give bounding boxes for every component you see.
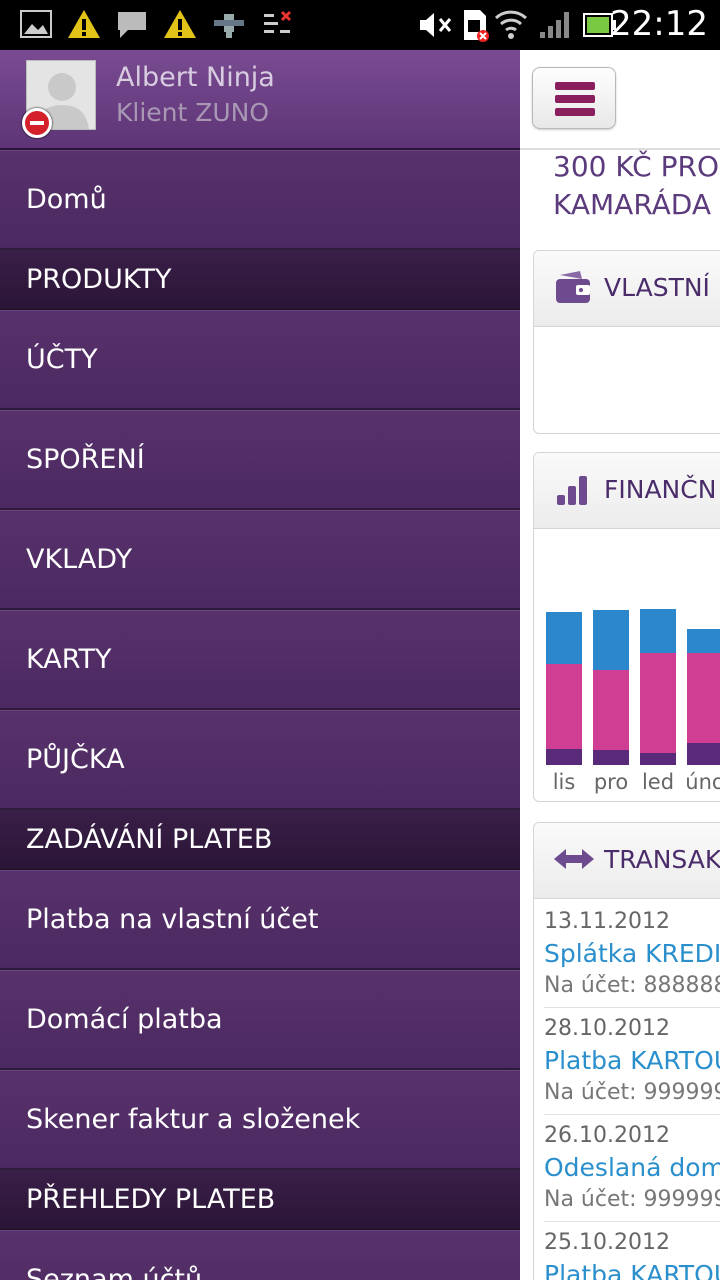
own-accounts-panel[interactable]: VLASTNÍ I [533,250,720,434]
row-divider [544,1221,720,1222]
navigation-drawer: Albert Ninja Klient ZUNO Domů PRODUKTY Ú… [0,50,520,1280]
transfer-arrows-icon [554,849,594,869]
section-header-payments: ZADÁVÁNÍ PLATEB [0,810,520,870]
bar-segment-úno-2 [687,629,720,653]
bar-chart-icon [557,476,587,505]
transaction-account: Na účet: 9999999 [544,1080,720,1105]
panel-header: FINANČN [534,453,720,529]
bar-segment-úno-1 [687,653,720,743]
mute-icon [420,13,452,37]
menu-item-domestic-payment[interactable]: Domácí platba [0,970,520,1070]
bar-segment-pro-0 [593,750,629,765]
warning-icon [68,10,100,38]
transaction-date: 25.10.2012 [544,1230,670,1255]
bar-segment-led-0 [640,753,676,765]
bar-segment-lis-2 [546,612,582,664]
promo-line-1: 300 KČ PRO [553,150,720,183]
finance-stacked-bar-chart: lisproledúno [546,609,720,794]
menu-item-own-account-payment[interactable]: Platba na vlastní účet [0,870,520,970]
sim-error-icon [464,10,489,42]
x-tick-label: úno [685,770,720,794]
satellite-icon [214,14,244,38]
bar-segment-pro-2 [593,610,629,670]
menu-item-cards[interactable]: KARTY [0,610,520,710]
warning-icon [164,10,196,38]
signal-icon [540,12,569,38]
transaction-title[interactable]: Platba KARTOU [544,1260,720,1280]
menu-item-account-list[interactable]: Seznam účtů [0,1230,520,1280]
wifi-icon [494,10,528,39]
bar-segment-led-1 [640,653,676,753]
transaction-title[interactable]: Platba KARTOU [544,1046,720,1075]
transaction-title[interactable]: Odeslaná doma [544,1153,720,1182]
panel-header: VLASTNÍ I [534,251,720,327]
menu-item-savings[interactable]: SPOŘENÍ [0,410,520,510]
message-icon [118,12,146,38]
profile-header[interactable]: Albert Ninja Klient ZUNO [0,50,520,150]
bar-segment-led-2 [640,609,676,653]
panel-title-own-accounts: VLASTNÍ I [604,273,720,302]
panel-title-finance: FINANČN [604,475,717,504]
menu-toggle-button[interactable] [532,67,616,129]
bar-segment-lis-1 [546,664,582,749]
menu-item-home[interactable]: Domů [0,150,520,250]
x-tick-label: led [642,770,674,794]
bar-segment-úno-0 [687,743,720,765]
profile-role: Klient ZUNO [116,98,270,127]
main-content: 300 KČ PRO KAMARÁDA VLASTNÍ I FINANČN li… [520,50,720,1280]
data-sync-icon [264,10,292,33]
hamburger-icon-bar [555,108,595,116]
menu-item-accounts[interactable]: ÚČTY [0,310,520,410]
row-divider [544,1007,720,1008]
menu-item-deposits[interactable]: VKLADY [0,510,520,610]
transactions-panel[interactable]: TRANSAK 13.11.2012 Splátka KREDIT Na účet:… [533,822,720,1280]
finance-panel[interactable]: FINANČN lisproledúno [533,452,720,802]
promo-banner[interactable]: 300 KČ PRO KAMARÁDA [553,148,719,224]
hamburger-icon [555,82,595,90]
x-tick-label: pro [594,770,628,794]
bar-segment-lis-0 [546,749,582,765]
profile-name: Albert Ninja [116,62,275,93]
remove-badge-icon[interactable] [22,108,52,138]
row-divider [544,1114,720,1115]
gallery-icon [20,10,52,38]
promo-line-2: KAMARÁDA [553,188,712,221]
menu-item-loan[interactable]: PŮJČKA [0,710,520,810]
status-bar: 22:12 [0,0,720,50]
bar-segment-pro-1 [593,670,629,750]
transaction-date: 26.10.2012 [544,1123,670,1148]
transaction-date: 28.10.2012 [544,1016,670,1041]
section-header-payment-overview: PŘEHLEDY PLATEB [0,1170,520,1230]
transaction-title[interactable]: Splátka KREDIT [544,939,720,968]
clock: 22:12 [610,4,708,44]
section-header-products: PRODUKTY [0,250,520,310]
wallet-icon [556,271,590,303]
hamburger-icon-bar [555,95,595,103]
panel-header: TRANSAK [534,823,720,899]
x-tick-label: lis [553,770,576,794]
transaction-account: Na účet: 8888888 [544,973,720,998]
menu-item-invoice-scanner[interactable]: Skener faktur a složenek [0,1070,520,1170]
transaction-account: Na účet: 9999999 [544,1187,720,1212]
panel-title-transactions: TRANSAK [604,845,720,874]
transaction-date: 13.11.2012 [544,909,670,934]
